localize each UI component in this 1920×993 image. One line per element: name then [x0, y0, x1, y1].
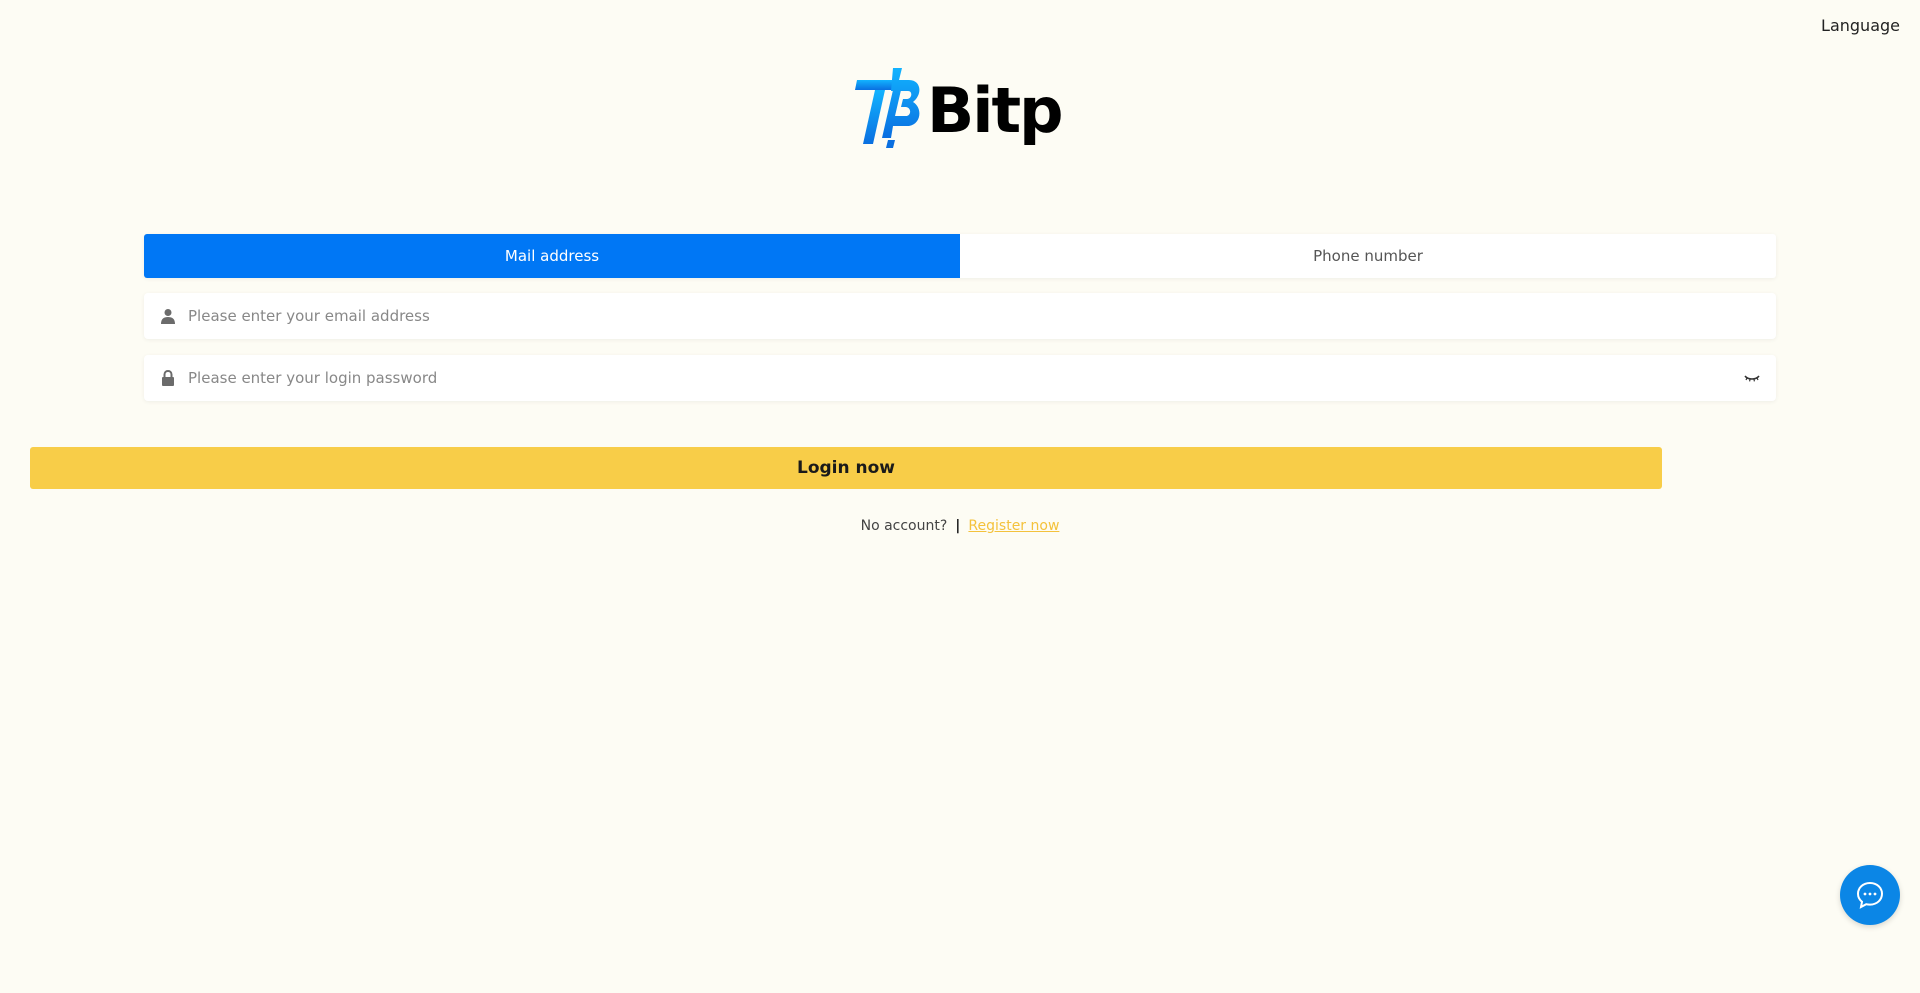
chat-bubble-icon [1856, 881, 1884, 909]
email-field [144, 293, 1776, 339]
chat-support-button[interactable] [1840, 865, 1900, 925]
logo-mark-icon [855, 68, 920, 148]
separator: | [955, 518, 961, 534]
tab-mail-address[interactable]: Mail address [144, 234, 960, 278]
brand-logo: Bitp [855, 62, 1064, 162]
logo-text: Bitp [927, 73, 1064, 147]
user-icon [159, 307, 177, 325]
login-button[interactable]: Login now [30, 447, 1662, 489]
no-account-text: No account? [860, 518, 948, 534]
register-prompt: No account? | Register now [0, 518, 1920, 534]
email-input[interactable] [188, 293, 1776, 339]
password-input[interactable] [188, 355, 1743, 401]
login-page: Language Bitp Mail address Phone number [0, 0, 1920, 993]
language-selector[interactable]: Language [1821, 16, 1900, 35]
lock-icon [159, 369, 177, 387]
password-field [144, 355, 1776, 401]
eye-closed-icon[interactable] [1743, 371, 1761, 385]
login-method-tabs: Mail address Phone number [144, 234, 1776, 278]
tab-phone-number[interactable]: Phone number [960, 234, 1776, 278]
register-link[interactable]: Register now [968, 518, 1059, 534]
